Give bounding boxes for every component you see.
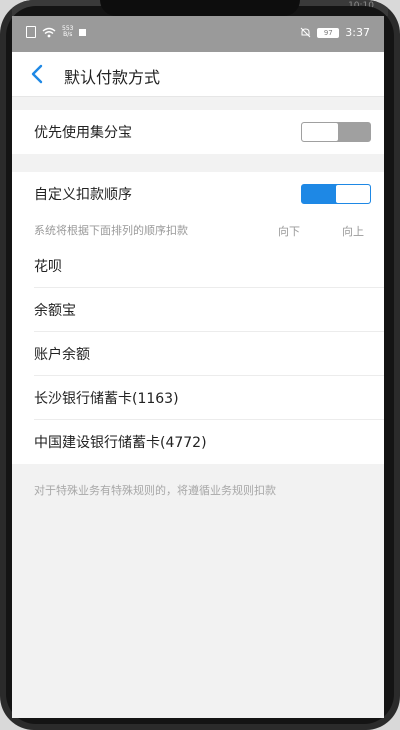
jifenbao-label: 优先使用集分宝 xyxy=(34,125,132,141)
custom-order-label: 自定义扣款顺序 xyxy=(34,187,132,203)
wifi-icon xyxy=(42,27,56,37)
custom-order-row[interactable]: 自定义扣款顺序 xyxy=(12,172,384,216)
status-time: 3:37 xyxy=(345,26,370,39)
payment-method-item[interactable]: 余额宝 xyxy=(12,288,384,332)
payment-method-label: 账户余额 xyxy=(34,347,90,363)
payment-method-item[interactable]: 花呗 xyxy=(12,244,384,288)
payment-method-item[interactable]: 账户余额 xyxy=(12,332,384,376)
move-down-column-label: 向下 xyxy=(278,225,300,238)
move-up-column-label: 向上 xyxy=(342,225,364,238)
phone-frame: 10:10 553 B/s xyxy=(0,0,400,730)
sim-card-icon xyxy=(26,26,36,38)
jifenbao-card: 优先使用集分宝 xyxy=(12,110,384,154)
payment-method-label: 长沙银行储蓄卡(1163) xyxy=(34,391,179,407)
page-title: 默认付款方式 xyxy=(64,68,161,87)
jifenbao-row[interactable]: 优先使用集分宝 xyxy=(12,110,384,154)
payment-method-label: 花呗 xyxy=(34,259,62,275)
network-speed: 553 B/s xyxy=(62,26,73,38)
payment-method-label: 余额宝 xyxy=(34,303,76,319)
back-arrow-icon[interactable] xyxy=(26,62,50,86)
nav-header: 默认付款方式 xyxy=(12,52,384,97)
network-speed-unit: B/s xyxy=(63,31,73,38)
status-right-group: 97 3:37 xyxy=(300,26,370,39)
order-hint: 系统将根据下面排列的顺序扣款 xyxy=(34,224,188,237)
notification-square-icon xyxy=(79,28,87,36)
order-column-header: 系统将根据下面排列的顺序扣款 向下 向上 xyxy=(12,216,384,244)
jifenbao-toggle[interactable] xyxy=(301,122,371,142)
battery-icon: 97 xyxy=(317,27,340,38)
footer-note: 对于特殊业务有特殊规则的，将遵循业务规则扣款 xyxy=(34,484,276,497)
custom-order-toggle[interactable] xyxy=(301,184,371,204)
mute-bell-icon xyxy=(300,27,311,38)
custom-order-toggle-knob xyxy=(336,185,370,203)
payment-method-label: 中国建设银行储蓄卡(4772) xyxy=(34,435,207,451)
payment-method-item[interactable]: 中国建设银行储蓄卡(4772) xyxy=(12,420,384,464)
app-screen: 553 B/s 97 3:37 默认付款方式 优先使用集分宝 自定义扣款顺序 系… xyxy=(12,16,384,718)
phone-notch xyxy=(100,0,300,16)
jifenbao-toggle-knob xyxy=(302,123,338,141)
status-bar: 553 B/s 97 3:37 xyxy=(12,16,384,52)
status-left-group: 553 B/s xyxy=(26,26,87,38)
payment-method-item[interactable]: 长沙银行储蓄卡(1163) xyxy=(12,376,384,420)
custom-order-card: 自定义扣款顺序 系统将根据下面排列的顺序扣款 向下 向上 花呗 余额宝 账户余额… xyxy=(12,172,384,464)
